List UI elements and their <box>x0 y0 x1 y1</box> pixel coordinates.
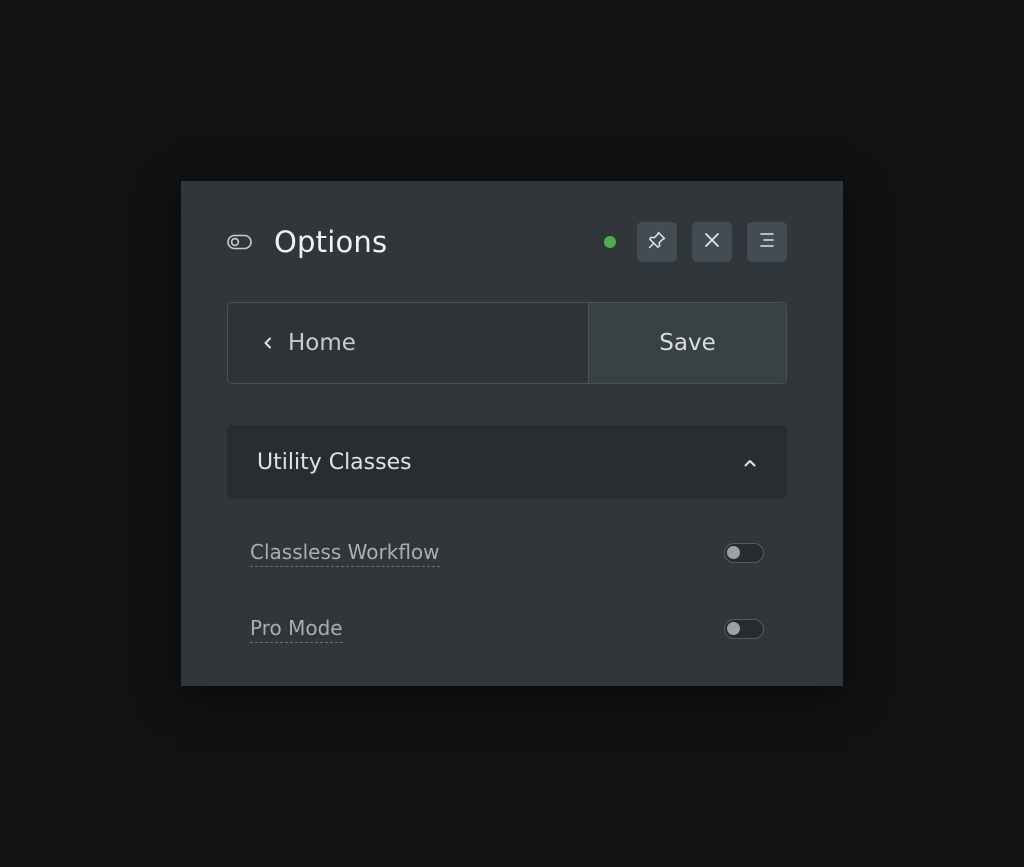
option-row-pro-mode: Pro Mode <box>250 612 764 646</box>
menu-button[interactable] <box>747 222 787 262</box>
option-label: Pro Mode <box>250 616 343 643</box>
pro-mode-toggle[interactable] <box>724 619 764 639</box>
status-indicator <box>604 236 616 248</box>
option-label: Classless Workflow <box>250 540 440 567</box>
pin-icon <box>647 230 667 254</box>
utility-classes-section-header[interactable]: Utility Classes <box>227 425 787 499</box>
pin-button[interactable] <box>637 222 677 262</box>
classless-workflow-toggle[interactable] <box>724 543 764 563</box>
home-button[interactable]: Home <box>228 303 588 383</box>
menu-icon <box>757 230 777 254</box>
nav-row: Home Save <box>227 302 787 384</box>
panel-title: Options <box>274 225 388 259</box>
option-row-classless-workflow: Classless Workflow <box>250 536 764 570</box>
home-button-label: Home <box>288 330 356 356</box>
close-button[interactable] <box>692 222 732 262</box>
panel-header: Options <box>227 221 787 263</box>
toggle-knob <box>727 546 740 559</box>
chevron-left-icon <box>262 336 274 350</box>
section-title: Utility Classes <box>257 449 412 475</box>
toggle-knob <box>727 622 740 635</box>
chevron-up-icon <box>743 453 757 472</box>
close-icon <box>703 231 721 253</box>
toggle-icon <box>227 233 253 251</box>
options-panel: Options Home Save Utility Classes Classl… <box>181 181 843 686</box>
save-button[interactable]: Save <box>588 303 786 383</box>
